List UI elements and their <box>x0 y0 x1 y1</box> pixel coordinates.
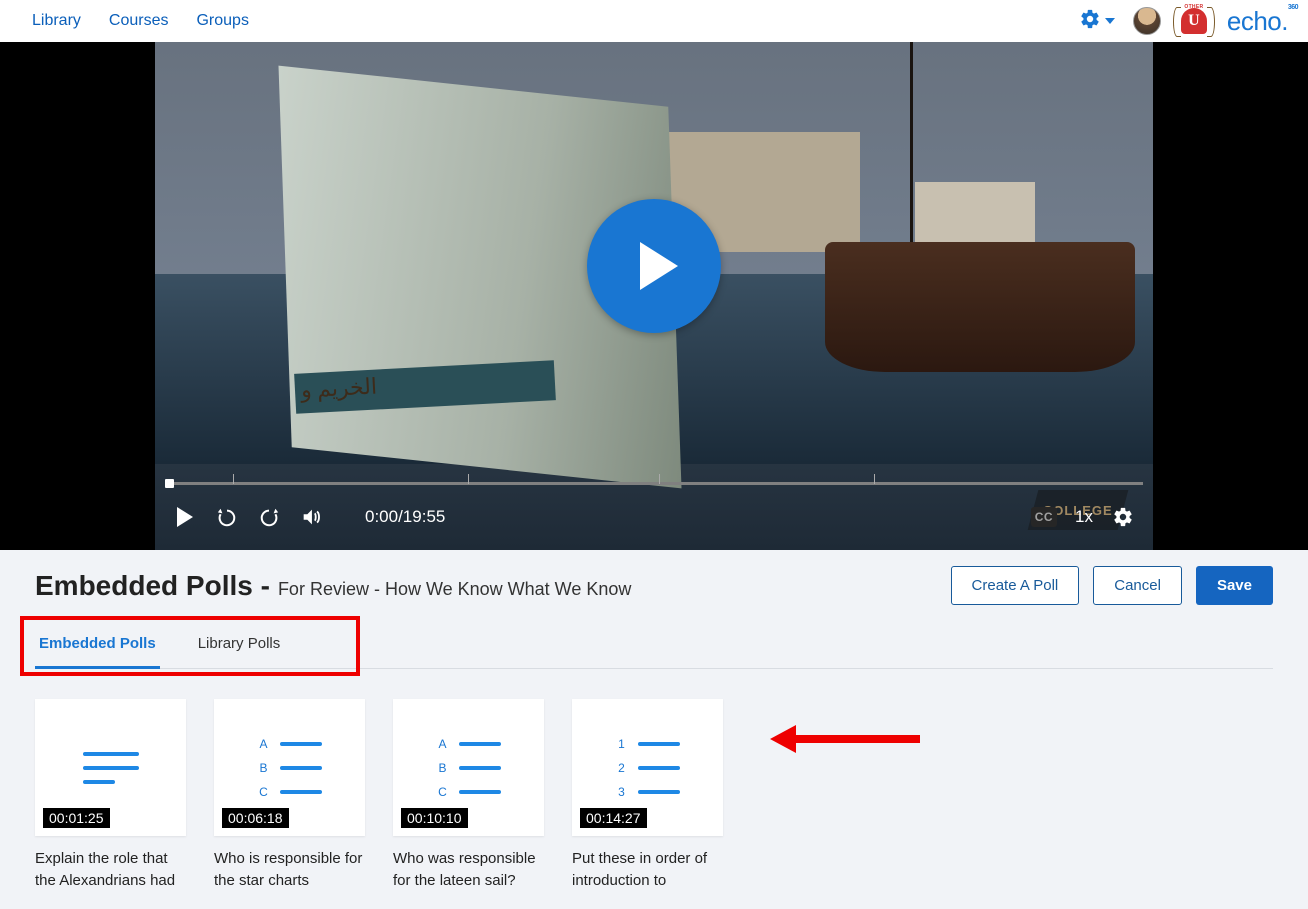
section-actions: Create A Poll Cancel Save <box>951 566 1273 605</box>
section-header: Embedded Polls - For Review - How We Kno… <box>0 550 1308 621</box>
tab-embedded-polls[interactable]: Embedded Polls <box>35 621 160 668</box>
poll-caption: Put these in order of introduction to <box>572 848 723 892</box>
nav-right: OTHER U echo. <box>1079 6 1288 37</box>
nav-left: Library Courses Groups <box>32 12 249 30</box>
poll-thumb-ordered-list: 1 2 3 00:14:27 <box>572 699 723 836</box>
create-poll-button[interactable]: Create A Poll <box>951 566 1080 605</box>
cc-button[interactable]: CC <box>1031 507 1057 527</box>
tab-library-polls[interactable]: Library Polls <box>194 621 285 668</box>
timestamp-badge: 00:14:27 <box>580 808 647 828</box>
top-nav: Library Courses Groups OTHER U echo. <box>0 0 1308 42</box>
play-overlay-button[interactable] <box>587 199 721 333</box>
section-title-wrap: Embedded Polls - For Review - How We Kno… <box>35 570 631 602</box>
brand-logo[interactable]: echo. <box>1227 6 1288 37</box>
rewind-button[interactable] <box>215 505 239 529</box>
option-number: 3 <box>616 785 628 799</box>
play-button[interactable] <box>173 505 197 529</box>
section-subtitle: For Review - How We Know What We Know <box>278 579 631 600</box>
poll-cards: 00:01:25 Explain the role that the Alexa… <box>0 669 1308 892</box>
video-player[interactable]: الخريم و COLLEGE <box>155 42 1153 550</box>
gear-icon <box>1112 506 1134 528</box>
nav-library[interactable]: Library <box>32 12 81 30</box>
crest-letter: U <box>1181 8 1207 34</box>
nav-courses[interactable]: Courses <box>109 12 169 30</box>
poll-thumb-multiple-choice: A B C 00:10:10 <box>393 699 544 836</box>
settings-dropdown[interactable] <box>1079 8 1115 35</box>
user-avatar[interactable] <box>1133 7 1161 35</box>
nav-groups[interactable]: Groups <box>196 12 248 30</box>
time-display: 0:00/19:55 <box>365 507 445 527</box>
rewind-icon <box>216 506 238 528</box>
option-letter: B <box>258 761 270 775</box>
poll-caption: Who was responsible for the lateen sail? <box>393 848 544 892</box>
timestamp-badge: 00:10:10 <box>401 808 468 828</box>
tabs-container: Embedded Polls Library Polls <box>35 621 1273 669</box>
option-letter: C <box>437 785 449 799</box>
forward-button[interactable] <box>257 505 281 529</box>
timestamp-badge: 00:01:25 <box>43 808 110 828</box>
poll-caption: Who is responsible for the star charts <box>214 848 365 892</box>
tabs: Embedded Polls Library Polls <box>35 621 1273 669</box>
annotation-arrow <box>770 725 920 753</box>
brand-360-icon: . <box>1281 6 1288 37</box>
poll-card[interactable]: A B C 00:10:10 Who was responsible for t… <box>393 699 544 892</box>
poll-thumb-short-answer: 00:01:25 <box>35 699 186 836</box>
chevron-down-icon <box>1105 18 1115 24</box>
video-area: الخريم و COLLEGE <box>0 42 1308 550</box>
playback-rate[interactable]: 1x <box>1075 507 1093 527</box>
video-timeline[interactable] <box>165 464 1143 492</box>
option-letter: A <box>258 737 270 751</box>
gear-icon <box>1079 8 1101 35</box>
poll-caption: Explain the role that the Alexandrians h… <box>35 848 186 892</box>
cancel-button[interactable]: Cancel <box>1093 566 1182 605</box>
option-number: 1 <box>616 737 628 751</box>
option-letter: B <box>437 761 449 775</box>
forward-icon <box>258 506 280 528</box>
poll-card[interactable]: 1 2 3 00:14:27 Put these in order of int… <box>572 699 723 892</box>
option-letter: A <box>437 737 449 751</box>
poll-card[interactable]: 00:01:25 Explain the role that the Alexa… <box>35 699 186 892</box>
save-button[interactable]: Save <box>1196 566 1273 605</box>
option-number: 2 <box>616 761 628 775</box>
play-icon <box>177 507 193 527</box>
player-settings-button[interactable] <box>1111 505 1135 529</box>
section-title: Embedded Polls - <box>35 570 270 602</box>
volume-button[interactable] <box>299 505 323 529</box>
poll-thumb-multiple-choice: A B C 00:06:18 <box>214 699 365 836</box>
timestamp-badge: 00:06:18 <box>222 808 289 828</box>
brand-text: echo <box>1227 6 1281 37</box>
institution-crest[interactable]: OTHER U <box>1179 6 1209 36</box>
video-controls: 0:00/19:55 CC 1x <box>165 464 1143 550</box>
poll-card[interactable]: A B C 00:06:18 Who is responsible for th… <box>214 699 365 892</box>
volume-icon <box>300 506 322 528</box>
option-letter: C <box>258 785 270 799</box>
